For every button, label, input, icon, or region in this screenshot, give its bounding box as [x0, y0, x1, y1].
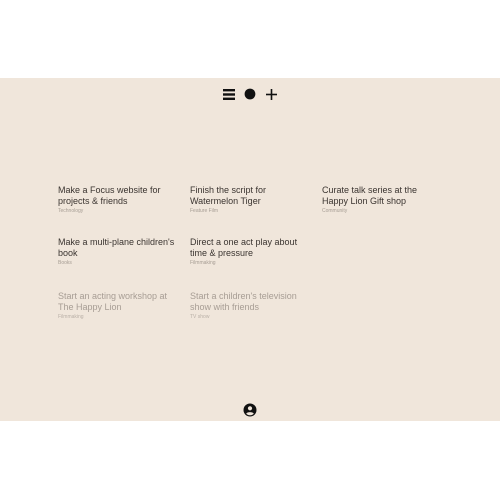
- project-card[interactable]: Start an acting workshop at The Happy Li…: [58, 291, 178, 321]
- app-canvas: Make a Focus website for projects & frie…: [0, 78, 500, 421]
- project-card[interactable]: Start a children's television show with …: [190, 291, 310, 321]
- project-tag: Filmmaking: [58, 314, 84, 320]
- project-card[interactable]: Make a multi-plane children's book Books: [58, 237, 178, 267]
- project-tag: TV show: [190, 314, 210, 320]
- account-button[interactable]: [243, 403, 257, 417]
- toolbar: [0, 86, 500, 102]
- circle-icon: [244, 88, 256, 100]
- project-tag: Feature Film: [190, 208, 219, 214]
- project-tag: Technology: [58, 208, 84, 214]
- project-title: Finish the script for Watermelon Tiger: [190, 185, 267, 206]
- project-card[interactable]: Make a Focus website for projects & frie…: [58, 185, 178, 215]
- project-card[interactable]: Direct a one act play about time & press…: [190, 237, 310, 267]
- project-tag: Community: [322, 208, 348, 214]
- project-title: Direct a one act play about time & press…: [190, 237, 298, 258]
- project-title: Make a multi-plane children's book: [58, 237, 175, 258]
- project-tag: Books: [58, 260, 72, 266]
- project-title: Make a Focus website for projects & frie…: [58, 185, 161, 206]
- project-tag: Filmmaking: [190, 260, 216, 266]
- menu-button[interactable]: [223, 87, 236, 101]
- menu-icon: [223, 88, 235, 100]
- project-title: Start an acting workshop at The Happy Li…: [58, 291, 168, 312]
- focus-button[interactable]: [244, 87, 257, 101]
- project-title: Curate talk series at the Happy Lion Gif…: [322, 185, 418, 206]
- user-icon: [243, 403, 257, 417]
- project-card[interactable]: Finish the script for Watermelon Tiger F…: [190, 185, 310, 215]
- plus-icon: [265, 88, 277, 100]
- add-project-button[interactable]: [265, 87, 278, 101]
- project-card[interactable]: Curate talk series at the Happy Lion Gif…: [322, 185, 442, 215]
- project-title: Start a children's television show with …: [190, 291, 297, 312]
